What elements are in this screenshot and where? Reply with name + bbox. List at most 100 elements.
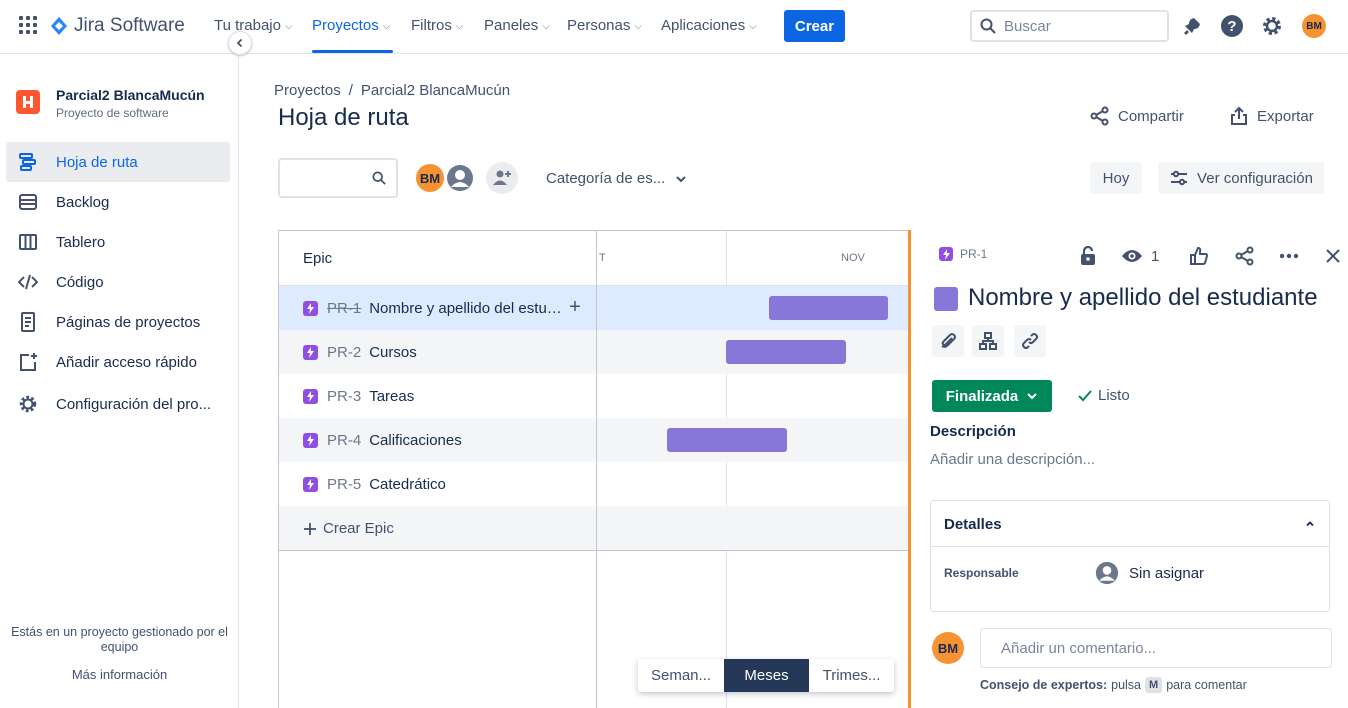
close-icon[interactable] <box>1321 244 1345 268</box>
chevron-down-icon <box>1027 393 1037 400</box>
nav-filtros[interactable]: Filtros ⌵ <box>411 17 463 34</box>
issue-title[interactable]: Nombre y apellido del estudiante <box>968 284 1318 312</box>
sidebar-item-board[interactable]: Tablero <box>6 222 230 262</box>
export-button[interactable]: Exportar <box>1229 106 1314 126</box>
watchers-count: 1 <box>1151 247 1160 265</box>
resolution-label: Listo <box>1077 387 1130 404</box>
nav-aplicaciones[interactable]: Aplicaciones ⌵ <box>661 17 757 34</box>
timescale-weeks[interactable]: Seman... <box>638 659 724 692</box>
epic-lightning-icon <box>939 247 953 261</box>
timeline-bar[interactable] <box>726 340 846 364</box>
project-type: Proyecto de software <box>56 106 169 120</box>
eye-icon <box>1122 250 1142 262</box>
assignee-field[interactable]: Sin asignar <box>1095 561 1204 585</box>
search-input[interactable] <box>1004 17 1154 35</box>
nav-personas[interactable]: Personas ⌵ <box>567 17 642 34</box>
sidebar-item-project-pages[interactable]: Páginas de proyectos <box>6 302 230 342</box>
project-avatar-icon <box>16 90 40 114</box>
attach-button[interactable] <box>932 325 964 357</box>
create-button[interactable]: Crear <box>784 10 845 42</box>
chevron-down-icon: ⌵ <box>542 21 550 32</box>
chevron-down-icon: ⌵ <box>749 21 757 32</box>
chevron-down-icon: ⌵ <box>634 21 642 32</box>
add-shortcut-icon <box>16 350 40 374</box>
month-label-nov: NOV <box>841 252 865 264</box>
commenter-avatar: BM <box>932 632 964 664</box>
sliders-icon <box>1171 170 1188 186</box>
status-dropdown[interactable]: Finalizada <box>932 380 1052 412</box>
filter-avatar-unassigned[interactable] <box>444 162 476 194</box>
default-user-icon <box>447 165 473 191</box>
nav-tu-trabajo[interactable]: Tu trabajo ⌵ <box>214 17 293 34</box>
gear-icon <box>16 392 40 416</box>
search-icon <box>980 18 996 34</box>
details-section: Detalles Responsable Sin asignar <box>930 500 1330 612</box>
keyboard-shortcut: M <box>1145 677 1163 693</box>
sidebar-item-project-settings[interactable]: Configuración del pro... <box>6 384 230 424</box>
child-issue-button[interactable] <box>972 325 1004 357</box>
notifications-icon[interactable] <box>1180 14 1204 38</box>
app-switcher-icon[interactable] <box>18 15 38 35</box>
active-nav-indicator <box>312 50 393 53</box>
nav-proyectos[interactable]: Proyectos ⌵ <box>312 17 390 34</box>
help-icon[interactable]: ? <box>1220 14 1244 38</box>
chevron-down-icon: ⌵ <box>382 21 391 32</box>
user-avatar[interactable]: BM <box>1302 14 1326 38</box>
comment-input[interactable] <box>980 628 1332 668</box>
chevron-down-icon: ⌵ <box>284 21 293 32</box>
export-icon <box>1231 106 1247 125</box>
assignee-label: Responsable <box>944 566 1019 580</box>
board-icon <box>16 230 40 254</box>
more-info-link[interactable]: Más información <box>0 667 239 682</box>
epic-color-swatch[interactable] <box>934 287 958 311</box>
roadmap-icon <box>16 150 40 174</box>
roadmap-divider <box>279 550 909 551</box>
timeline-bar[interactable] <box>769 296 888 320</box>
breadcrumb: Proyectos / Parcial2 BlancaMucún <box>274 82 510 99</box>
like-icon[interactable] <box>1187 244 1211 268</box>
roadmap-search-field[interactable] <box>278 158 398 198</box>
nav-paneles[interactable]: Paneles ⌵ <box>484 17 550 34</box>
lock-icon[interactable] <box>1076 244 1100 268</box>
watchers-button[interactable]: 1 <box>1121 244 1161 268</box>
month-label-oct: T <box>599 252 606 264</box>
team-managed-note: Estás en un proyecto gestionado por el e… <box>11 625 228 654</box>
link-issue-button[interactable] <box>1014 325 1046 357</box>
app-name: Jira Software <box>74 15 185 36</box>
timeline-bar[interactable] <box>667 428 787 452</box>
link-icon <box>1022 333 1038 349</box>
backlog-icon <box>16 190 40 214</box>
settings-gear-icon[interactable] <box>1260 14 1284 38</box>
collapse-sidebar-button[interactable] <box>228 31 252 55</box>
status-category-filter[interactable]: Categoría de es... <box>546 170 687 187</box>
breadcrumb-projects[interactable]: Proyectos <box>274 82 341 99</box>
sidebar-item-code[interactable]: Código <box>6 262 230 302</box>
share-icon <box>1090 106 1109 126</box>
issue-key-link[interactable]: PR-1 <box>939 247 987 261</box>
filter-avatar-bm[interactable]: BM <box>414 162 446 194</box>
project-name: Parcial2 BlancaMucún <box>56 87 205 103</box>
breadcrumb-project[interactable]: Parcial2 BlancaMucún <box>361 82 510 99</box>
description-field[interactable]: Añadir una descripción... <box>930 451 1095 468</box>
add-people-button[interactable] <box>486 162 518 194</box>
svg-text:?: ? <box>1227 18 1236 35</box>
view-settings-button[interactable]: Ver configuración <box>1158 162 1324 194</box>
sidebar-item-add-shortcut[interactable]: Añadir acceso rápido <box>6 342 230 382</box>
share-button[interactable]: Compartir <box>1090 106 1184 126</box>
today-button[interactable]: Hoy <box>1090 162 1142 194</box>
share-icon[interactable] <box>1233 244 1257 268</box>
timescale-quarters[interactable]: Trimes... <box>809 659 894 692</box>
sidebar-item-roadmap[interactable]: Hoja de ruta <box>6 142 230 182</box>
jira-logo[interactable]: Jira Software <box>50 15 185 37</box>
paperclip-icon <box>941 333 956 348</box>
timescale-months[interactable]: Meses <box>724 659 809 692</box>
pages-icon <box>16 310 40 334</box>
issue-detail-panel: PR-1 1 Nombre y apellido del estudiante … <box>908 230 1348 708</box>
more-actions-icon[interactable] <box>1277 244 1301 268</box>
global-search[interactable] <box>970 10 1169 42</box>
chevron-up-icon <box>1306 521 1314 527</box>
details-header[interactable]: Detalles <box>931 501 1329 547</box>
sidebar-item-backlog[interactable]: Backlog <box>6 182 230 222</box>
epic-list-column <box>279 231 597 708</box>
top-navigation: Jira Software Tu trabajo ⌵ Proyectos ⌵ Fil… <box>0 0 1348 54</box>
